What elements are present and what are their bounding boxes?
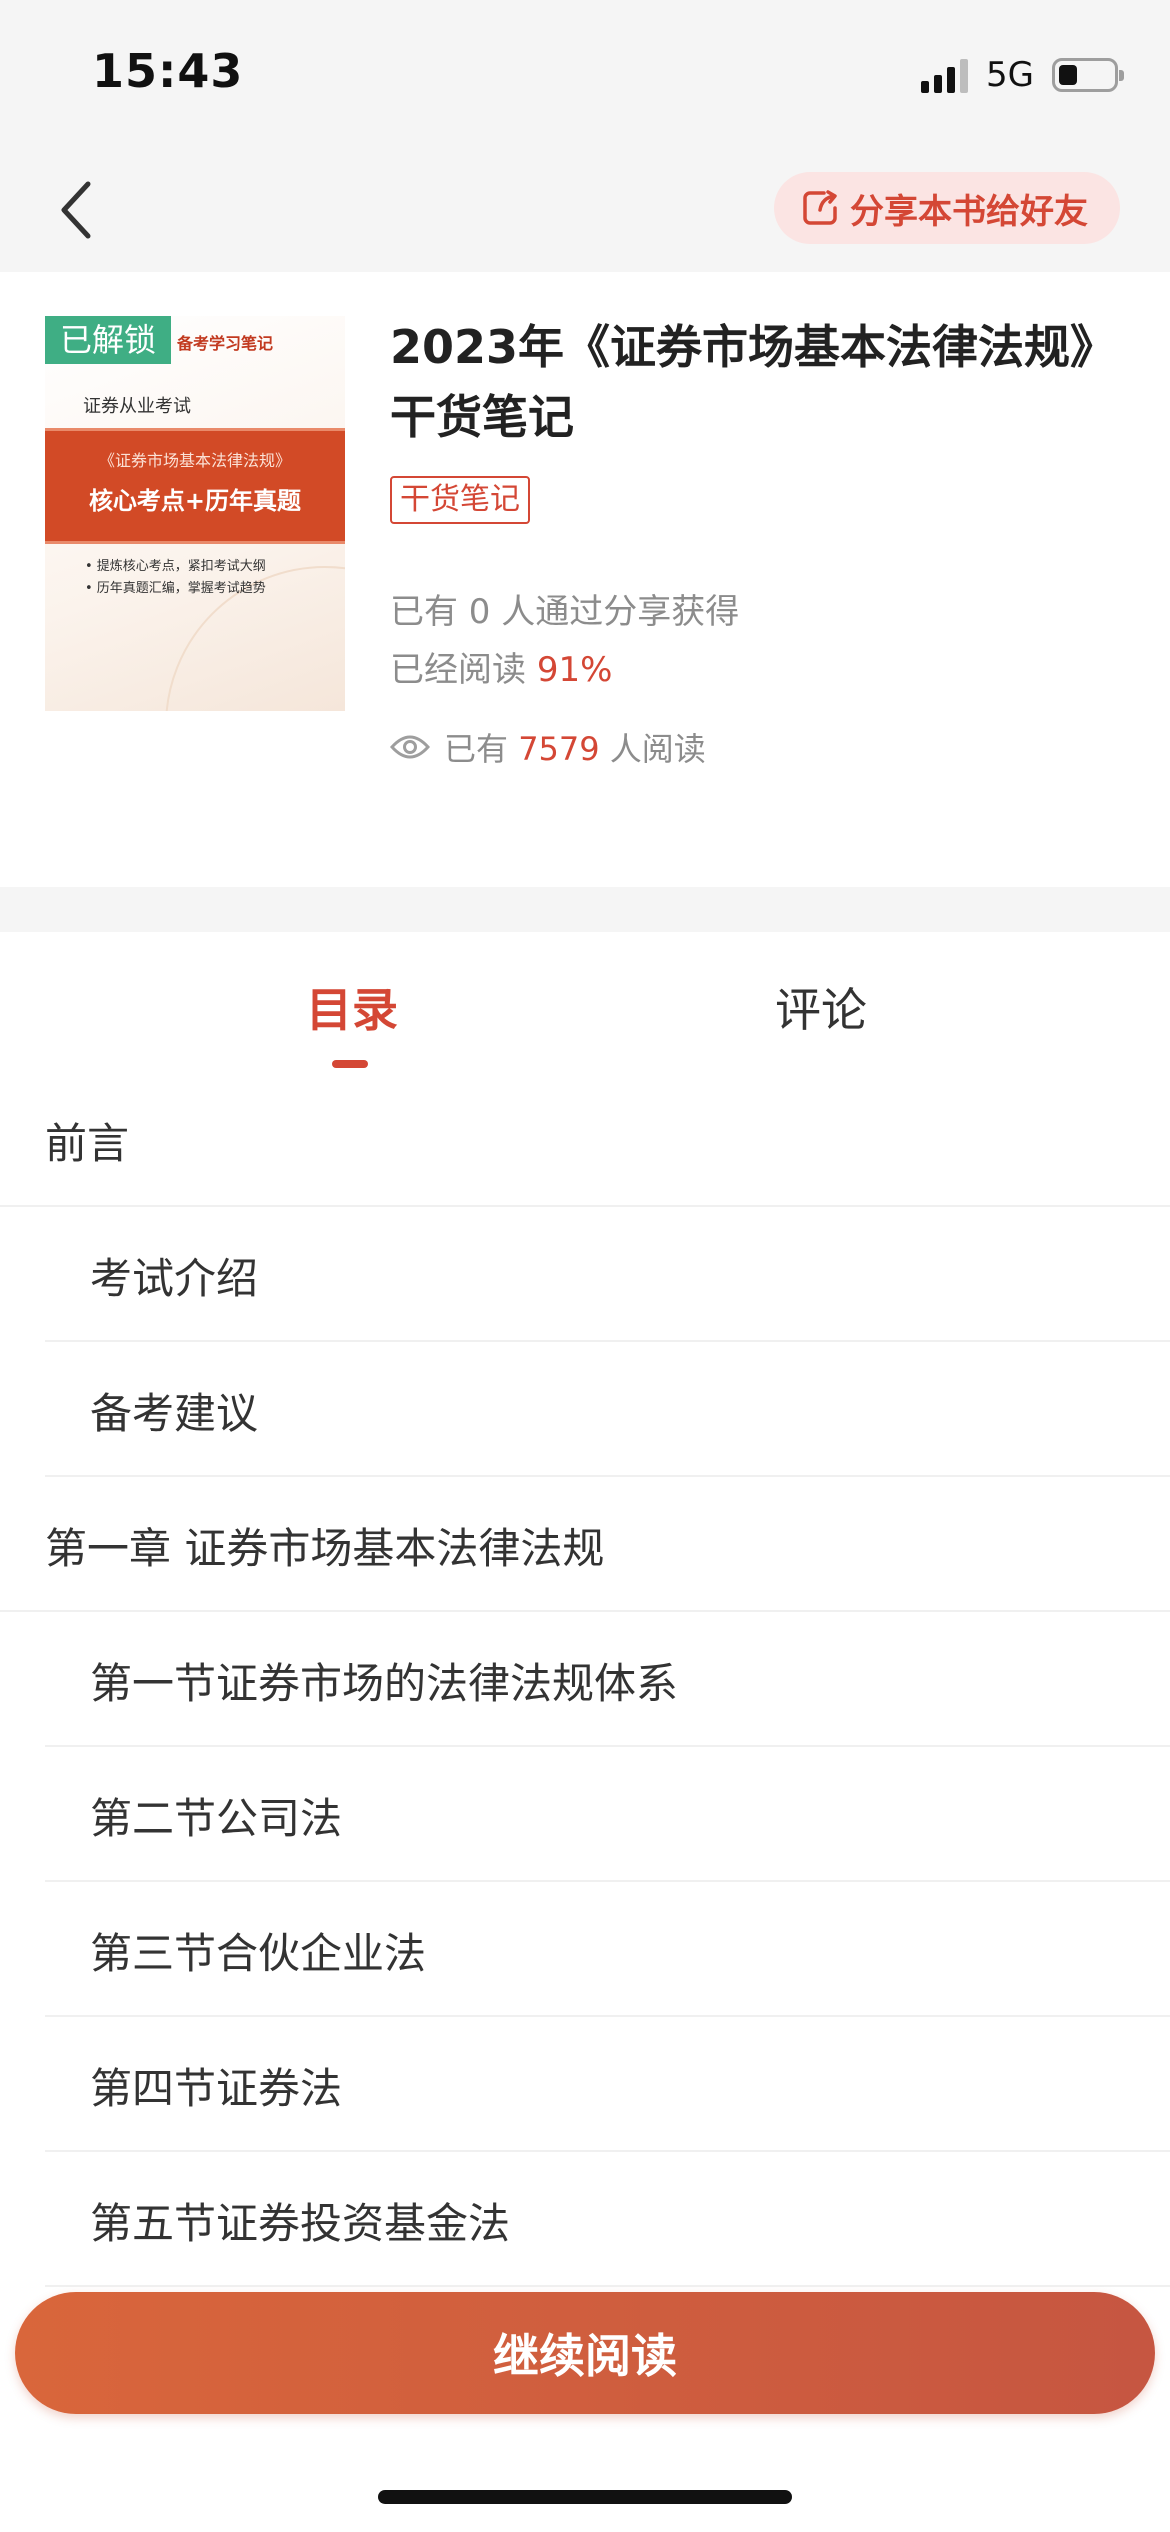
nav-bar: 分享本书给好友 xyxy=(0,150,1170,272)
share-book-button[interactable]: 分享本书给好友 xyxy=(774,172,1120,244)
readers-count: 已有 7579 人阅读 xyxy=(390,724,706,770)
category-tag: 干货笔记 xyxy=(390,476,530,524)
cover-banner: 《证券市场基本法律法规》 核心考点+历年真题 xyxy=(45,428,345,544)
cover-banner-title: 核心考点+历年真题 xyxy=(88,487,302,515)
cover-exam-name: 证券从业考试 xyxy=(83,396,191,417)
signal-icon xyxy=(921,57,969,93)
read-progress-value: 91% xyxy=(536,650,613,690)
toc-item[interactable]: 备考建议 xyxy=(45,1342,1170,1477)
tab-bar: 目录 评论 xyxy=(0,932,1170,1072)
cover-bullet: • 提炼核心考点，紧扣考试大纲 xyxy=(85,559,266,574)
toc-item-label: 前言 xyxy=(45,1119,130,1168)
toc-item-label: 第三节合伙企业法 xyxy=(90,1929,427,1978)
read-progress: 已经阅读 91% xyxy=(390,642,612,691)
network-type: 5G xyxy=(986,55,1034,95)
toc-item-label: 考试介绍 xyxy=(90,1254,259,1303)
readers-suffix: 人阅读 xyxy=(599,730,706,768)
continue-reading-button[interactable]: 继续阅读 xyxy=(15,2292,1155,2414)
book-title: 2023年《证券市场基本法律法规》干货笔记 xyxy=(390,320,1094,444)
cover-bullet: • 历年真题汇编，掌握考试趋势 xyxy=(85,581,266,596)
readers-number: 7579 xyxy=(518,730,600,768)
battery-icon xyxy=(1052,58,1124,92)
toc-item[interactable]: 第三节合伙企业法 xyxy=(45,1882,1170,2017)
cover-bullets: • 提炼核心考点，紧扣考试大纲 • 历年真题汇编，掌握考试趋势 xyxy=(85,556,266,600)
toc-item[interactable]: 第四节证券法 xyxy=(45,2017,1170,2152)
readers-prefix: 已有 xyxy=(444,730,519,768)
toc-item[interactable]: 第五节证券投资基金法 xyxy=(45,2152,1170,2287)
tab-comments[interactable]: 评论 xyxy=(775,974,867,1040)
toc-item[interactable]: 第一章 证券市场基本法律法规 xyxy=(0,1477,1170,1612)
toc-item-label: 第二节公司法 xyxy=(90,1794,343,1843)
share-book-label: 分享本书给好友 xyxy=(850,191,1088,232)
book-cover[interactable]: 已解锁 备考学习笔记 证券从业考试 《证券市场基本法律法规》 核心考点+历年真题… xyxy=(45,316,345,711)
toc-item-label: 第一节证券市场的法律法规体系 xyxy=(90,1659,679,1708)
toc-item-label: 第一章 证券市场基本法律法规 xyxy=(45,1524,605,1573)
tab-toc[interactable]: 目录 xyxy=(306,974,398,1040)
share-icon xyxy=(803,190,837,225)
cover-banner-subtitle: 《证券市场基本法律法规》 xyxy=(98,451,291,470)
active-tab-indicator xyxy=(332,1060,368,1068)
toc-item-label: 第四节证券法 xyxy=(90,2064,343,2113)
home-indicator[interactable] xyxy=(378,2490,792,2504)
share-count-text: 已有 0 人通过分享获得 xyxy=(390,592,740,632)
toc-item-label: 备考建议 xyxy=(90,1389,259,1438)
section-divider xyxy=(0,887,1170,932)
cover-notes-tag: 备考学习笔记 xyxy=(177,334,274,353)
status-time: 15:43 xyxy=(92,44,244,98)
toc-item[interactable]: 第一节证券市场的法律法规体系 xyxy=(45,1612,1170,1747)
toc-item[interactable]: 前言 xyxy=(0,1072,1170,1207)
toc-item-label: 第五节证券投资基金法 xyxy=(90,2199,511,2248)
book-info: 已解锁 备考学习笔记 证券从业考试 《证券市场基本法律法规》 核心考点+历年真题… xyxy=(0,272,1170,887)
back-button[interactable] xyxy=(36,170,116,250)
status-bar: 15:43 5G xyxy=(0,0,1170,150)
chevron-left-icon xyxy=(61,181,91,239)
eye-icon xyxy=(390,735,430,759)
status-indicators: 5G xyxy=(921,50,1124,100)
toc-list: 前言 考试介绍 备考建议 第一章 证券市场基本法律法规 第一节证券市场的法律法规… xyxy=(0,1072,1170,2287)
toc-item[interactable]: 考试介绍 xyxy=(45,1207,1170,1342)
read-progress-label: 已经阅读 xyxy=(390,650,537,690)
unlocked-badge: 已解锁 xyxy=(45,316,171,364)
toc-item[interactable]: 第二节公司法 xyxy=(45,1747,1170,1882)
